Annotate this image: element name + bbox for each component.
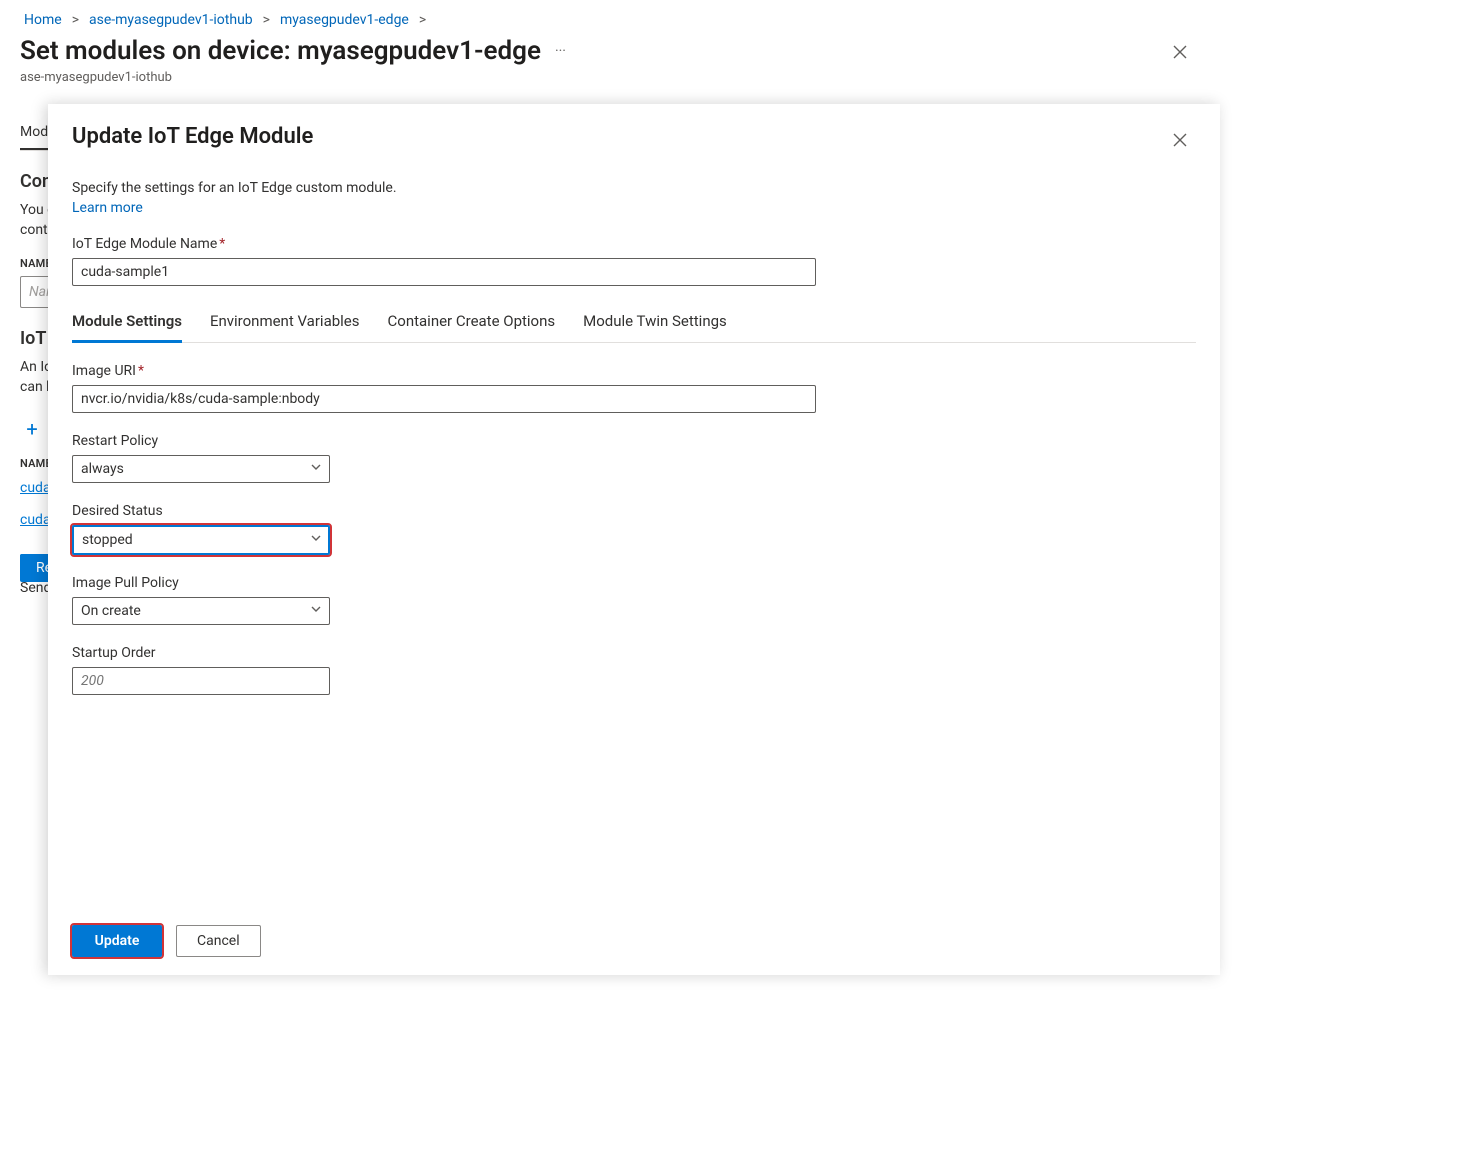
startup-order-label: Startup Order: [72, 645, 1196, 661]
image-pull-policy-select[interactable]: On create: [72, 597, 330, 625]
breadcrumb-device[interactable]: myasegpudev1-edge: [280, 12, 409, 28]
breadcrumb-sep: >: [263, 12, 270, 28]
image-uri-label: Image URI*: [72, 363, 1196, 379]
tab-container-create-options[interactable]: Container Create Options: [388, 306, 556, 343]
update-module-blade: Update IoT Edge Module Specify the setti…: [48, 104, 1220, 975]
module-name-label: IoT Edge Module Name*: [72, 236, 1196, 252]
ellipsis-icon[interactable]: ···: [555, 43, 566, 59]
tab-module-twin-settings[interactable]: Module Twin Settings: [583, 306, 727, 343]
close-page-button[interactable]: [1164, 36, 1196, 68]
restart-policy-label: Restart Policy: [72, 433, 1196, 449]
module-name-input[interactable]: [72, 258, 816, 286]
breadcrumb-sep: >: [419, 12, 426, 28]
blade-tabs: Module Settings Environment Variables Co…: [72, 306, 1196, 343]
blade-intro: Specify the settings for an IoT Edge cus…: [72, 180, 1196, 196]
page-title: Set modules on device: myasegpudev1-edge: [20, 36, 541, 66]
restart-policy-select[interactable]: always: [72, 455, 330, 483]
breadcrumb-home[interactable]: Home: [24, 12, 62, 28]
breadcrumb-iothub[interactable]: ase-myasegpudev1-iothub: [89, 12, 253, 28]
tab-module-settings[interactable]: Module Settings: [72, 306, 182, 343]
close-blade-button[interactable]: [1164, 124, 1196, 156]
close-icon: [1173, 133, 1187, 147]
image-pull-policy-label: Image Pull Policy: [72, 575, 1196, 591]
desired-status-select[interactable]: stopped: [72, 525, 330, 555]
breadcrumb: Home > ase-myasegpudev1-iothub > myasegp…: [0, 0, 1220, 34]
breadcrumb-sep: >: [72, 12, 79, 28]
update-button[interactable]: Update: [72, 925, 162, 957]
cancel-button[interactable]: Cancel: [176, 925, 261, 957]
blade-title: Update IoT Edge Module: [72, 124, 313, 149]
blade-footer: Update Cancel: [48, 911, 1220, 975]
startup-order-input[interactable]: [72, 667, 330, 695]
close-icon: [1173, 45, 1187, 59]
plus-icon: +: [20, 417, 44, 441]
page-subtitle: ase-myasegpudev1-iothub: [0, 68, 1220, 85]
desired-status-label: Desired Status: [72, 503, 1196, 519]
image-uri-input[interactable]: [72, 385, 816, 413]
learn-more-link[interactable]: Learn more: [72, 200, 143, 216]
tab-environment-variables[interactable]: Environment Variables: [210, 306, 360, 343]
